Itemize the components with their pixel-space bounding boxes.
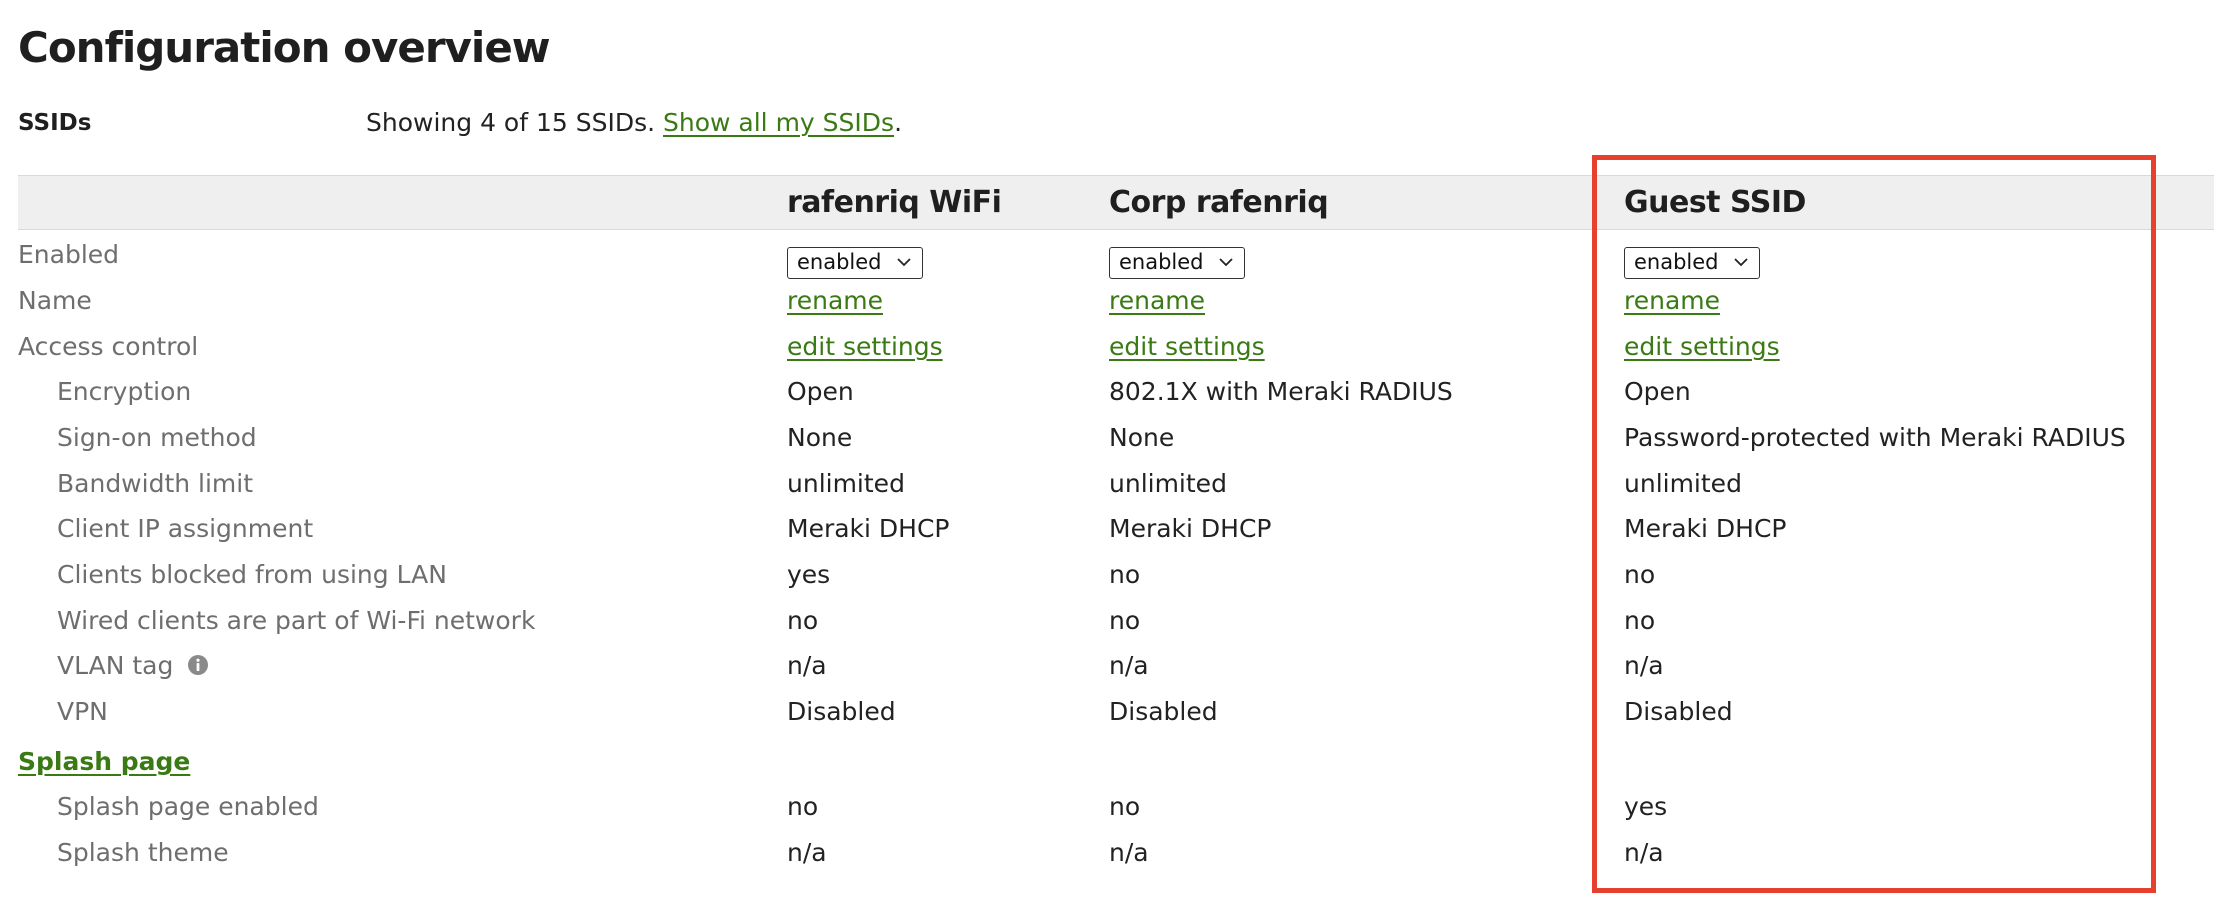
edit-settings-link-corp-rafenriq[interactable]: edit settings bbox=[1109, 324, 1265, 370]
cell-vpn-col2: Disabled bbox=[1109, 697, 1218, 726]
cell-enabled-col3: enabled bbox=[1624, 232, 1760, 279]
column-header-corp-rafenriq: Corp rafenriq bbox=[1109, 185, 1329, 220]
select-value: enabled bbox=[1119, 250, 1204, 274]
vlan-tag-label-text: VLAN tag bbox=[57, 651, 174, 680]
table-row-client-ip-assignment: Client IP assignment Meraki DHCP Meraki … bbox=[0, 506, 2214, 552]
row-label-name: Name bbox=[18, 286, 92, 315]
table-row-splash-theme: Splash theme n/a n/a n/a bbox=[0, 830, 2214, 876]
cell-bandwidth-col2: unlimited bbox=[1109, 469, 1227, 498]
cell-encryption-col2: 802.1X with Meraki RADIUS bbox=[1109, 377, 1453, 406]
cell-wired-clients-col3: no bbox=[1624, 606, 1656, 635]
chevron-down-icon bbox=[896, 258, 911, 267]
cell-splash-theme-col1: n/a bbox=[787, 838, 827, 867]
select-value: enabled bbox=[797, 250, 882, 274]
row-label-splash-theme: Splash theme bbox=[57, 838, 229, 867]
cell-vlan-col3: n/a bbox=[1624, 651, 1664, 680]
info-icon[interactable] bbox=[187, 654, 209, 676]
page-title: Configuration overview bbox=[18, 23, 551, 72]
table-row-splash-enabled: Splash page enabled no no yes bbox=[0, 784, 2214, 830]
cell-client-ip-col3: Meraki DHCP bbox=[1624, 514, 1787, 543]
enabled-select-rafenriq-wifi[interactable]: enabled bbox=[787, 247, 923, 279]
row-label-sign-on-method: Sign-on method bbox=[57, 423, 257, 452]
cell-sign-on-col1: None bbox=[787, 423, 853, 452]
cell-enabled-col2: enabled bbox=[1109, 232, 1245, 279]
table-row-encryption: Encryption Open 802.1X with Meraki RADIU… bbox=[0, 369, 2214, 415]
cell-wired-clients-col1: no bbox=[787, 606, 819, 635]
cell-encryption-col3: Open bbox=[1624, 377, 1691, 406]
row-label-clients-blocked-lan: Clients blocked from using LAN bbox=[57, 560, 447, 589]
table-row-wired-clients: Wired clients are part of Wi-Fi network … bbox=[0, 598, 2214, 644]
ssids-showing-summary: Showing 4 of 15 SSIDs. Show all my SSIDs… bbox=[366, 106, 902, 140]
table-row-vlan-tag: VLAN tag n/a n/a n/a bbox=[0, 643, 2214, 689]
cell-splash-enabled-col3: yes bbox=[1624, 792, 1668, 821]
showing-period: . bbox=[894, 108, 903, 137]
cell-splash-enabled-col2: no bbox=[1109, 792, 1141, 821]
cell-splash-theme-col3: n/a bbox=[1624, 838, 1664, 867]
table-row-clients-blocked-lan: Clients blocked from using LAN yes no no bbox=[0, 552, 2214, 598]
show-all-ssids-link[interactable]: Show all my SSIDs bbox=[663, 108, 894, 137]
ssids-section-label: SSIDs bbox=[18, 110, 92, 136]
cell-splash-enabled-col1: no bbox=[787, 792, 819, 821]
column-header-guest-ssid: Guest SSID bbox=[1624, 185, 1806, 220]
cell-vpn-col1: Disabled bbox=[787, 697, 896, 726]
cell-enabled-col1: enabled bbox=[787, 232, 923, 279]
cell-blocked-lan-col1: yes bbox=[787, 560, 831, 589]
row-label-bandwidth-limit: Bandwidth limit bbox=[57, 469, 254, 498]
cell-splash-theme-col2: n/a bbox=[1109, 838, 1149, 867]
row-label-vlan-tag: VLAN tag bbox=[57, 643, 209, 689]
cell-bandwidth-col1: unlimited bbox=[787, 469, 905, 498]
cell-vlan-col1: n/a bbox=[787, 651, 827, 680]
edit-settings-link-guest-ssid[interactable]: edit settings bbox=[1624, 324, 1780, 370]
cell-sign-on-col2: None bbox=[1109, 423, 1175, 452]
rename-link-rafenriq-wifi[interactable]: rename bbox=[787, 278, 883, 324]
table-row-enabled: Enabled enabled enabled enabled bbox=[0, 232, 2214, 279]
table-row-access-control: Access control edit settings edit settin… bbox=[0, 324, 2214, 370]
cell-vlan-col2: n/a bbox=[1109, 651, 1149, 680]
row-label-splash-enabled: Splash page enabled bbox=[57, 792, 319, 821]
showing-count-text: Showing 4 of 15 SSIDs. bbox=[366, 108, 656, 137]
chevron-down-icon bbox=[1218, 258, 1233, 267]
table-row-bandwidth-limit: Bandwidth limit unlimited unlimited unli… bbox=[0, 461, 2214, 507]
cell-wired-clients-col2: no bbox=[1109, 606, 1141, 635]
cell-sign-on-col3: Password-protected with Meraki RADIUS bbox=[1624, 423, 2126, 452]
column-header-rafenriq-wifi: rafenriq WiFi bbox=[787, 185, 1002, 220]
cell-vpn-col3: Disabled bbox=[1624, 697, 1733, 726]
splash-page-section-link[interactable]: Splash page bbox=[18, 739, 190, 785]
cell-bandwidth-col3: unlimited bbox=[1624, 469, 1742, 498]
select-value: enabled bbox=[1634, 250, 1719, 274]
enabled-select-guest-ssid[interactable]: enabled bbox=[1624, 247, 1760, 279]
row-label-access-control: Access control bbox=[18, 332, 199, 361]
enabled-select-corp-rafenriq[interactable]: enabled bbox=[1109, 247, 1245, 279]
chevron-down-icon bbox=[1733, 258, 1748, 267]
cell-client-ip-col1: Meraki DHCP bbox=[787, 514, 950, 543]
rename-link-corp-rafenriq[interactable]: rename bbox=[1109, 278, 1205, 324]
cell-client-ip-col2: Meraki DHCP bbox=[1109, 514, 1272, 543]
cell-blocked-lan-col2: no bbox=[1109, 560, 1141, 589]
row-label-enabled: Enabled bbox=[18, 240, 120, 269]
table-row-vpn: VPN Disabled Disabled Disabled bbox=[0, 689, 2214, 735]
edit-settings-link-rafenriq-wifi[interactable]: edit settings bbox=[787, 324, 943, 370]
rename-link-guest-ssid[interactable]: rename bbox=[1624, 278, 1720, 324]
cell-blocked-lan-col3: no bbox=[1624, 560, 1656, 589]
table-row-name: Name rename rename rename bbox=[0, 278, 2214, 324]
row-label-client-ip-assignment: Client IP assignment bbox=[57, 514, 314, 543]
row-label-vpn: VPN bbox=[57, 697, 108, 726]
table-row-sign-on-method: Sign-on method None None Password-protec… bbox=[0, 415, 2214, 461]
cell-encryption-col1: Open bbox=[787, 377, 854, 406]
row-label-wired-clients: Wired clients are part of Wi-Fi network bbox=[57, 606, 536, 635]
row-label-encryption: Encryption bbox=[57, 377, 192, 406]
